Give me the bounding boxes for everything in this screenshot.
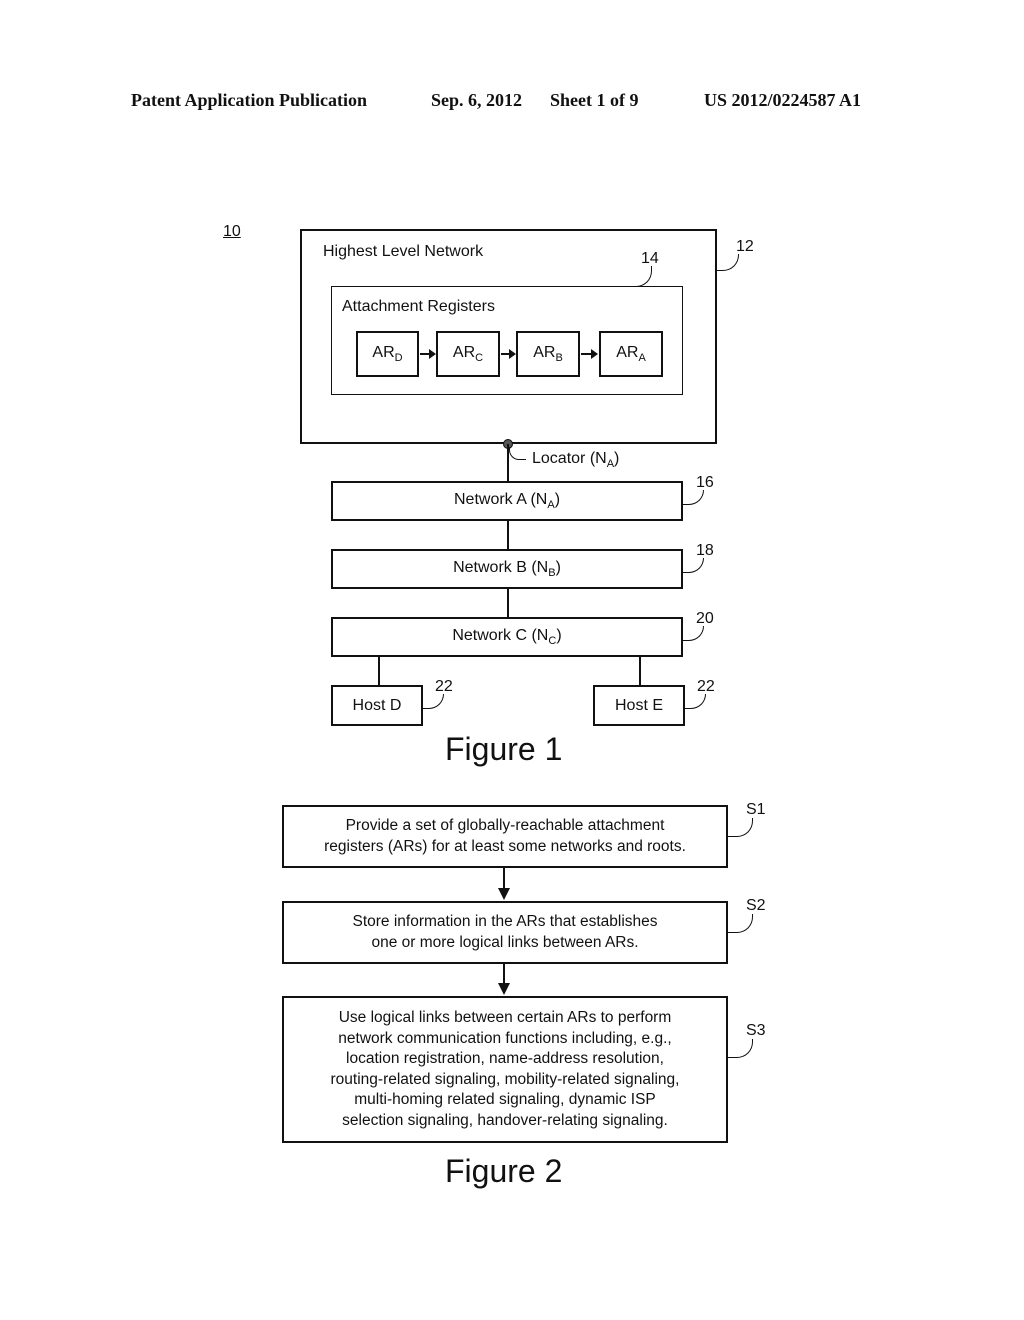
- link-network-c-to-host-d: [378, 657, 380, 685]
- network-c-box: Network C (NC): [331, 617, 683, 657]
- network-c-label: Network C (NC): [452, 627, 562, 647]
- ar-c-label: ARC: [452, 344, 484, 364]
- leader-line-16: [683, 490, 704, 505]
- arrow-b-a-icon: [591, 349, 598, 359]
- step-s3-line: multi-homing related signaling, dynamic …: [354, 1091, 656, 1108]
- leader-line-20: [683, 626, 704, 641]
- attachment-registers-label: Attachment Registers: [342, 298, 495, 315]
- step-s2-line: one or more logical links between ARs.: [371, 933, 639, 951]
- step-s2-line: Store information in the ARs that establ…: [352, 913, 658, 930]
- arrow-d-c-icon: [429, 349, 436, 359]
- ar-b-label: ARB: [533, 344, 563, 364]
- network-a-box: Network A (NA): [331, 481, 683, 521]
- host-d-label: Host D: [352, 696, 402, 714]
- leader-line-s1: [728, 818, 753, 837]
- network-b-box: Network B (NB): [331, 549, 683, 589]
- highest-level-network-label: Highest Level Network: [323, 243, 484, 260]
- step-s3-line: routing-related signaling, mobility-rela…: [330, 1070, 680, 1088]
- leader-line-s3: [728, 1039, 753, 1058]
- step-s1-box: Provide a set of globally-reachable atta…: [282, 805, 728, 868]
- figure-2-caption: Figure 2: [445, 1153, 563, 1189]
- network-a-label: Network A (NA): [453, 491, 561, 511]
- publication-date: Sep. 6, 2012: [431, 90, 523, 110]
- arrow-down-icon: [498, 888, 510, 900]
- leader-line-18: [683, 558, 704, 573]
- step-s3-line: network communication functions includin…: [338, 1029, 672, 1047]
- network-b-label: Network B (NB): [453, 559, 561, 579]
- ref-s1: S1: [746, 801, 766, 818]
- figure-1-caption: Figure 1: [445, 731, 563, 767]
- step-s3-line: location registration, name-address reso…: [346, 1050, 664, 1067]
- leader-line-22-host-d: [423, 694, 444, 709]
- ar-a-label: ARA: [616, 344, 646, 364]
- step-s1-line: registers (ARs) for at least some networ…: [324, 837, 686, 855]
- step-s1-line: Provide a set of globally-reachable atta…: [345, 817, 665, 834]
- host-e-box: Host E: [593, 685, 685, 726]
- flow-arrow-s2-s3: [503, 964, 505, 984]
- ar-a-box: ARA: [599, 331, 663, 377]
- sheet-number: Sheet 1 of 9: [550, 90, 639, 110]
- ref-s2: S2: [746, 897, 766, 914]
- patent-number: US 2012/0224587 A1: [704, 90, 862, 110]
- link-network-c-to-host-e: [639, 657, 641, 685]
- arrow-down-icon: [498, 983, 510, 995]
- ar-d-label: ARD: [372, 344, 403, 364]
- step-s3-box: Use logical links between certain ARs to…: [282, 996, 728, 1143]
- flow-arrow-s1-s2: [503, 868, 505, 890]
- system-ref: 10: [223, 223, 241, 240]
- leader-line-22-host-e: [685, 694, 706, 709]
- leader-line-locator: [509, 447, 526, 460]
- ar-d-box: ARD: [356, 331, 419, 377]
- arrow-c-b-icon: [509, 349, 516, 359]
- leader-line-s2: [728, 914, 753, 933]
- step-s3-line: Use logical links between certain ARs to…: [338, 1009, 672, 1026]
- publication-type: Patent Application Publication: [131, 90, 368, 110]
- locator-label: Locator (NA): [532, 450, 620, 470]
- ar-c-box: ARC: [436, 331, 500, 377]
- step-s2-box: Store information in the ARs that establ…: [282, 901, 728, 964]
- link-network-a-to-b: [507, 521, 509, 549]
- step-s3-line: selection signaling, handover-relating s…: [342, 1111, 668, 1129]
- leader-line-12: [716, 254, 739, 271]
- ar-b-box: ARB: [516, 331, 580, 377]
- host-e-label: Host E: [614, 696, 663, 714]
- ref-s3: S3: [746, 1022, 766, 1039]
- link-network-b-to-c: [507, 589, 509, 617]
- host-d-box: Host D: [331, 685, 423, 726]
